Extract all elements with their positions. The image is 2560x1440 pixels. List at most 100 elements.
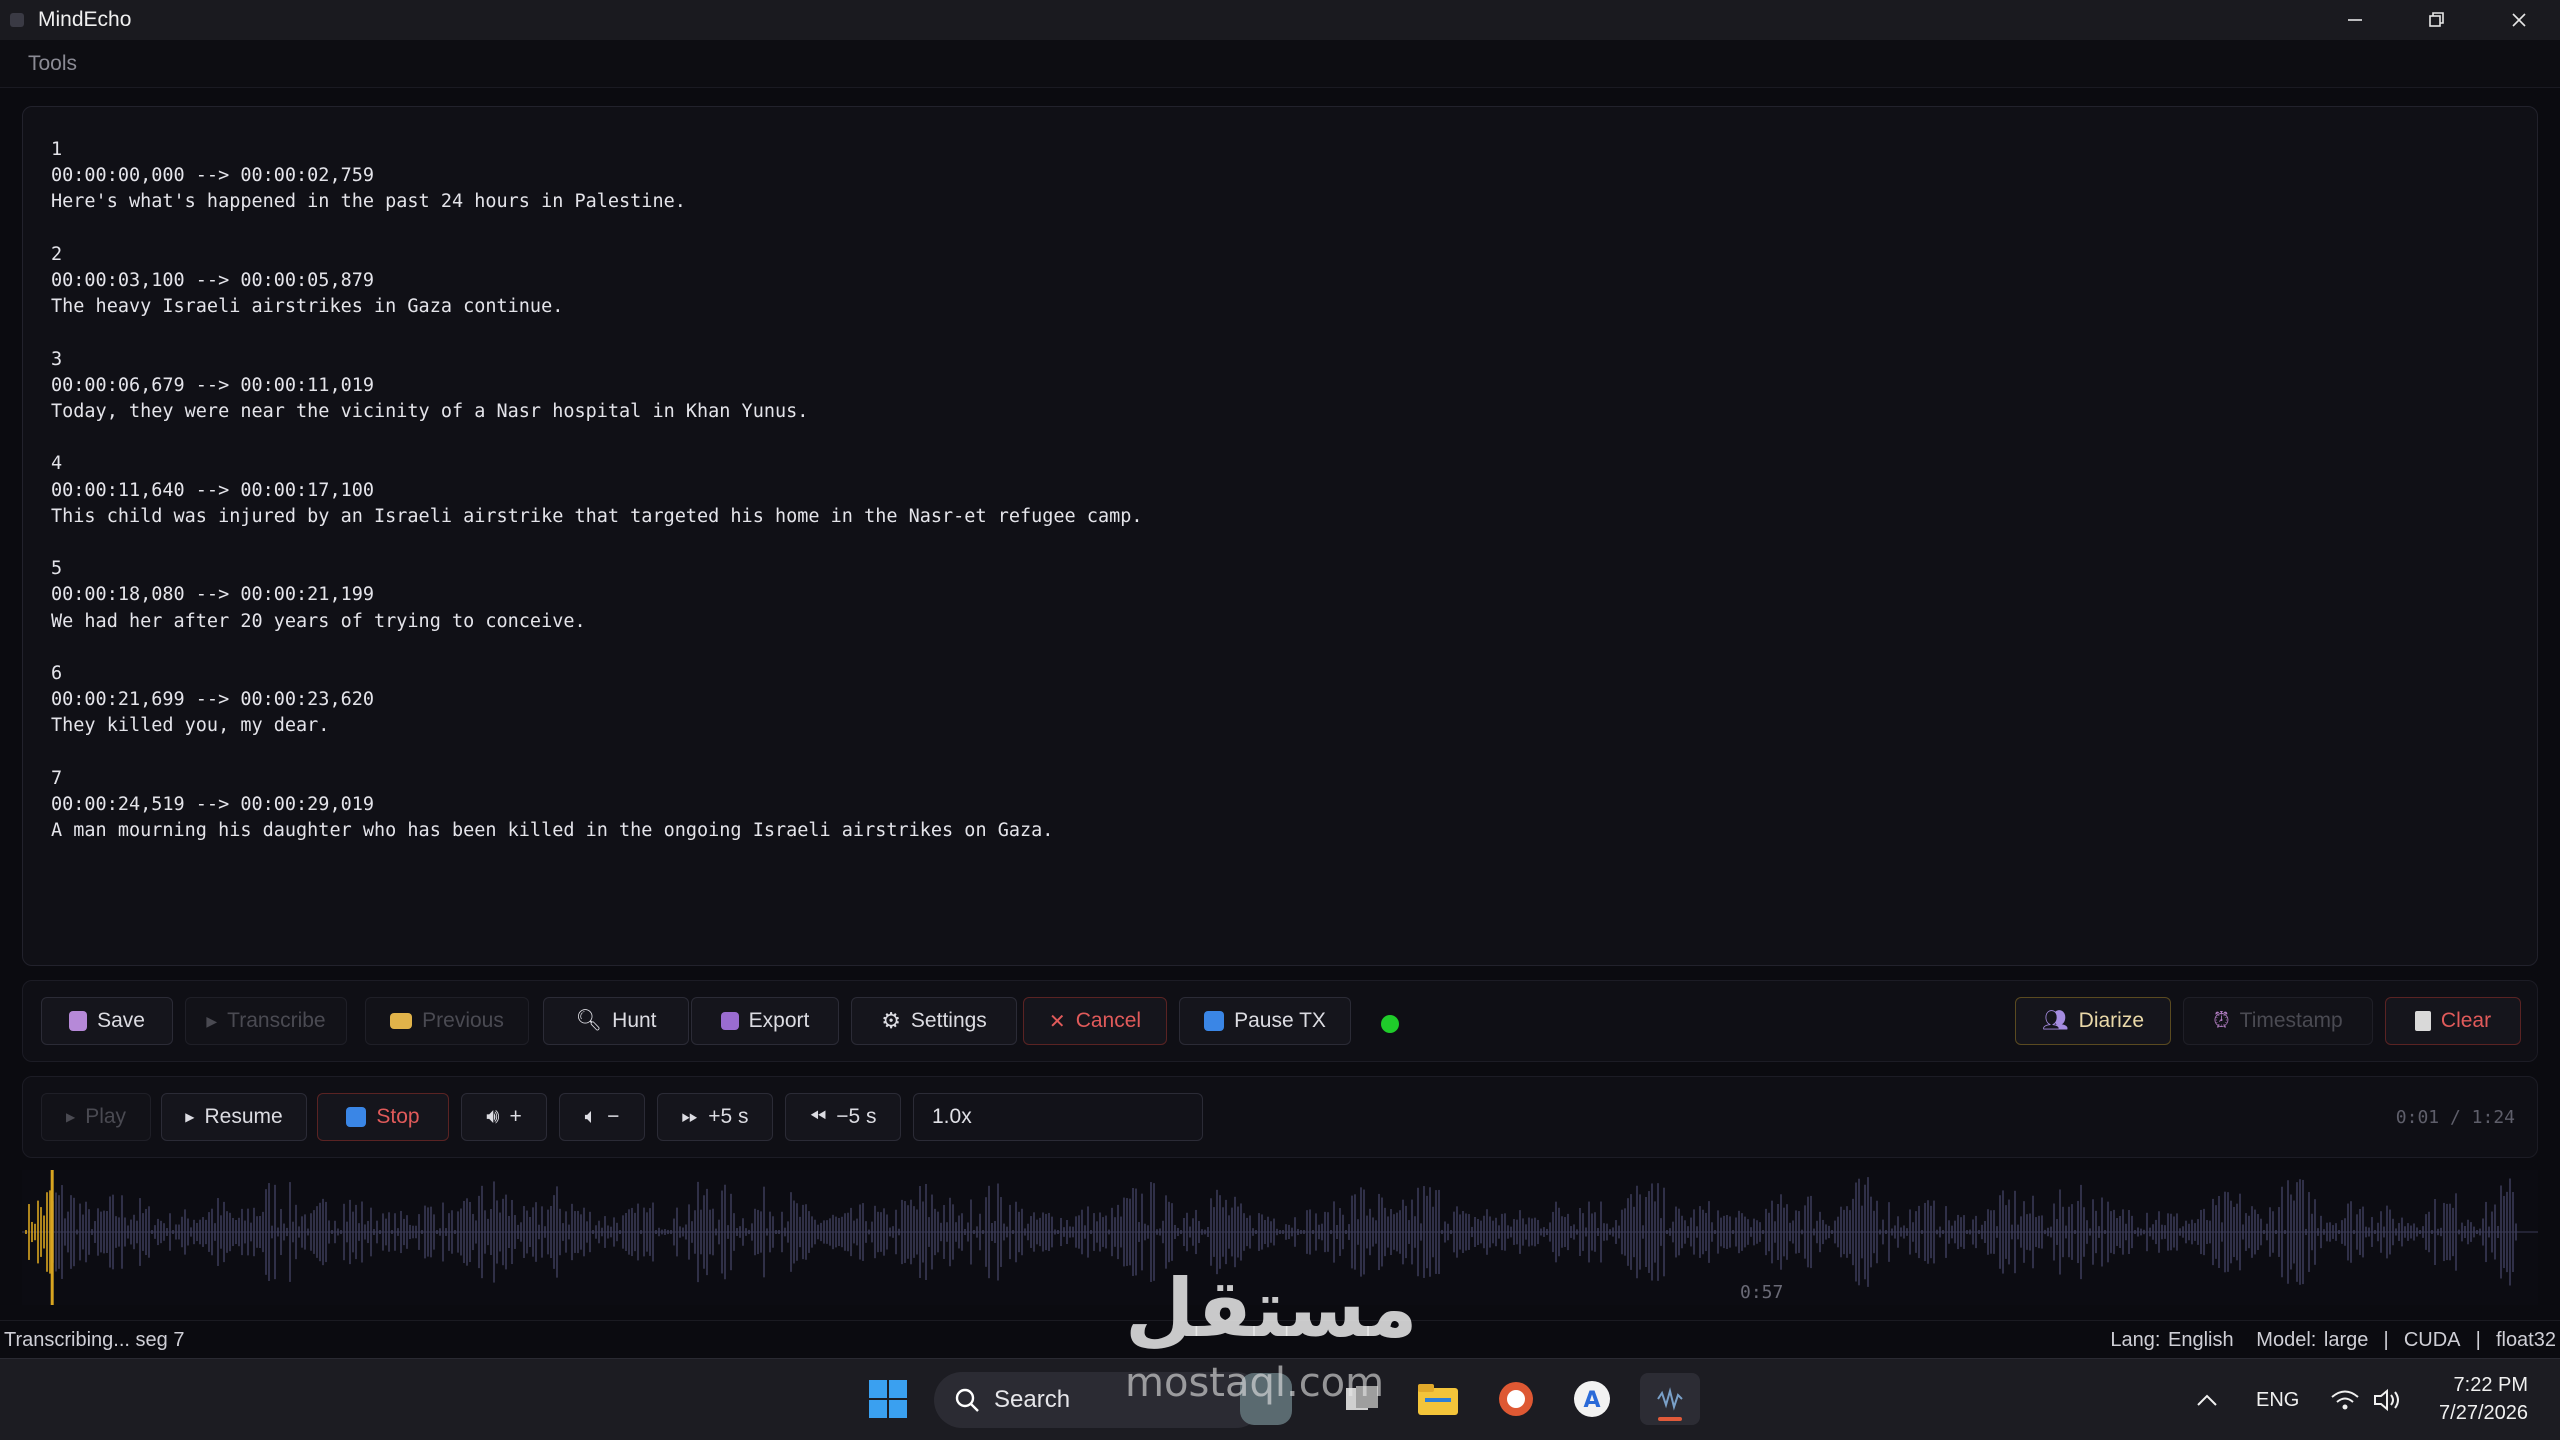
volume-up-button[interactable]: 🔊︎ + [461,1093,547,1141]
back-5s-button[interactable]: ⏪︎ −5 s [785,1093,901,1141]
stop-button[interactable]: Stop [317,1093,449,1141]
transcript-segment: 7 00:00:24,519 --> 00:00:29,019 A man mour… [51,766,2509,845]
segment-text: A man mourning his daughter who has been… [51,820,1054,842]
clock[interactable]: 7:22 PM 7/27/2026 [2439,1371,2528,1427]
pause-icon [1204,1011,1225,1031]
search-icon [955,1388,979,1412]
transcript-segment: 5 00:00:18,080 --> 00:00:21,199 We had her… [51,556,2509,635]
segment-time: 00:00:18,080 --> 00:00:21,199 [51,584,375,606]
play-icon: ▶ [206,1012,218,1029]
save-icon [69,1011,88,1031]
clock-icon: ⏰︎ [2213,1009,2230,1032]
clock-time: 7:22 PM [2453,1374,2528,1396]
app-store-icon[interactable]: A [1566,1373,1618,1425]
segment-index: 4 [51,453,63,475]
speaker-icon[interactable] [2372,1359,2402,1440]
search-icon: 🔍︎ [575,1009,603,1032]
play-icon: ▶ [185,1110,195,1124]
trash-icon [2414,1011,2431,1031]
transcript-area[interactable]: 1 00:00:00,000 --> 00:00:02,759 Here's wha… [22,106,2538,966]
status-dtype: float32 [2495,1329,2556,1351]
volume-icon: 🔊︎ [486,1105,500,1128]
close-icon: ✕ [1048,1010,1066,1033]
window-title: MindEcho [38,8,132,31]
tray-chevron-icon[interactable] [2196,1359,2218,1440]
player-toolbar: ▶ Play ▶ Resume Stop 🔊︎ + 🔈︎ − ⏩︎ +5 s ⏪… [22,1076,2538,1158]
title-bar: MindEcho [0,0,2560,40]
watermark-url: mostaql.com [1125,1360,1385,1406]
segment-text: We had her after 20 years of trying to c… [51,610,586,632]
active-indicator [1658,1417,1682,1421]
segment-text: Today, they were near the vicinity of a … [51,401,809,422]
segment-index: 2 [51,243,63,265]
action-toolbar: Save ▶ Transcribe Previous 🔍︎ Hunt Expor… [22,980,2538,1062]
menu-bar: Tools [0,40,2560,88]
segment-time: 00:00:21,699 --> 00:00:23,620 [51,689,375,711]
export-button[interactable]: Export [691,997,839,1045]
speed-field[interactable]: 1.0x [913,1093,1203,1141]
segment-index: 5 [51,558,63,580]
segment-index: 7 [51,767,63,789]
stop-icon [346,1107,367,1127]
status-sep: | [2475,1329,2481,1351]
cancel-button[interactable]: ✕ Cancel [1023,997,1167,1045]
pause-tx-button[interactable]: Pause TX [1179,997,1351,1045]
hunt-button[interactable]: 🔍︎ Hunt [543,997,689,1045]
transcript-segment: 1 00:00:00,000 --> 00:00:02,759 Here's wha… [51,137,2509,216]
save-button[interactable]: Save [41,997,173,1045]
transcript-segment: 2 00:00:03,100 --> 00:00:05,879 The heavy … [51,242,2509,321]
mindecho-taskbar-icon[interactable] [1640,1373,1700,1425]
segment-text: Here's what's happened in the past 24 ho… [51,191,686,213]
folder-icon [390,1013,413,1029]
play-button[interactable]: ▶ Play [41,1093,151,1141]
status-indicator [1381,1015,1399,1033]
transcript-segment: 6 00:00:21,699 --> 00:00:23,620 They kille… [51,661,2509,740]
segment-time: 00:00:03,100 --> 00:00:05,879 [51,270,375,291]
status-info: Lang: English Model: large | CUDA | floa… [2110,1329,2556,1352]
playback-timecode: 0:01 / 1:24 [2395,1107,2515,1128]
segment-text: The heavy Israeli airstrikes in Gaza con… [51,296,564,318]
settings-button[interactable]: ⚙ Settings [851,997,1017,1045]
restore-icon [2429,12,2444,27]
play-icon: ▶ [65,1110,76,1124]
wifi-icon[interactable] [2330,1359,2360,1440]
segment-index: 3 [51,348,63,370]
restore-button[interactable] [2396,0,2478,40]
segment-time: 00:00:11,640 --> 00:00:17,100 [51,479,375,501]
diarize-button[interactable]: 👥︎ Diarize [2015,997,2171,1045]
volume-icon: 🔈︎ [584,1105,598,1128]
transcript-segment: 3 00:00:06,679 --> 00:00:11,019 Today, the… [51,347,2509,426]
status-text: Transcribing... seg 7 [4,1329,185,1351]
clear-button[interactable]: Clear [2385,997,2521,1045]
minimize-icon [2348,19,2362,21]
volume-down-button[interactable]: 🔈︎ − [559,1093,645,1141]
input-language[interactable]: ENG [2256,1359,2299,1440]
rewind-icon: ⏪︎ [809,1105,827,1128]
status-sep: | [2383,1329,2389,1351]
waveform-time: 0:57 [1740,1282,1784,1303]
svg-text:A: A [1583,1388,1600,1413]
minimize-button[interactable] [2314,0,2396,40]
file-explorer-icon[interactable] [1412,1373,1464,1425]
app-icon [10,13,24,27]
windows-icon [869,1380,907,1418]
start-button[interactable] [862,1373,914,1425]
segment-index: 6 [51,662,63,684]
segment-text: They killed you, my dear. [51,715,330,737]
forward-icon: ⏩︎ [681,1105,699,1128]
transcript-segment: 4 00:00:11,640 --> 00:00:17,100 This child… [51,451,2509,530]
duckduckgo-icon[interactable] [1490,1373,1542,1425]
transcribe-button[interactable]: ▶ Transcribe [185,997,347,1045]
segment-time: 00:00:24,519 --> 00:00:29,019 [51,793,375,815]
export-icon [720,1012,739,1030]
resume-button[interactable]: ▶ Resume [161,1093,307,1141]
close-icon [2512,13,2526,27]
forward-5s-button[interactable]: ⏩︎ +5 s [657,1093,773,1141]
timestamp-button[interactable]: ⏰︎ Timestamp [2183,997,2373,1045]
close-button[interactable] [2478,0,2560,40]
status-lang: Lang: English [2110,1329,2234,1351]
segment-time: 00:00:00,000 --> 00:00:02,759 [51,165,375,187]
menu-tools[interactable]: Tools [28,52,77,76]
watermark-logo: مستقل [1125,1262,1418,1355]
previous-button[interactable]: Previous [365,997,529,1045]
